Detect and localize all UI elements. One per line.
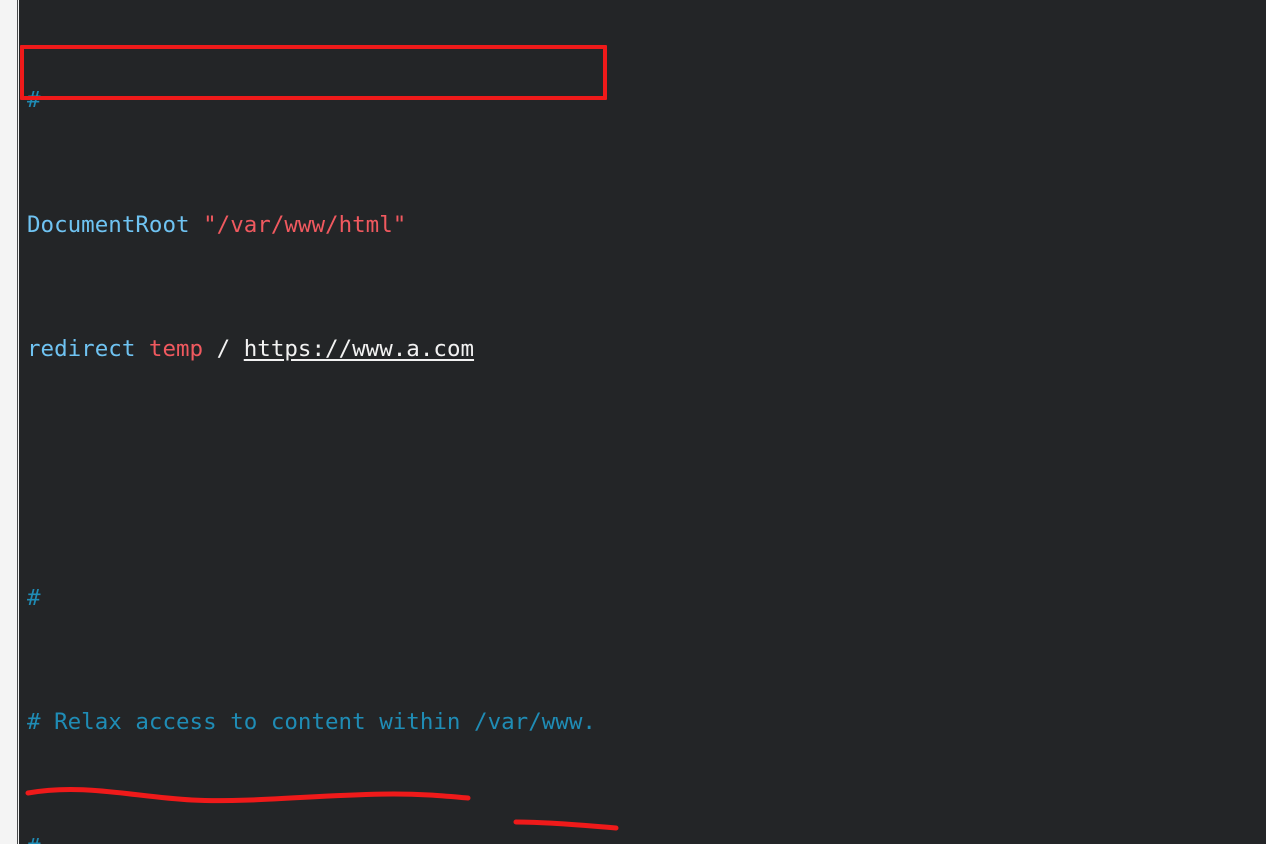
documentroot-directive: DocumentRoot: [27, 211, 190, 238]
terminal-text-area: # DocumentRoot "/var/www/html" redirect …: [19, 0, 1266, 844]
comment-hash: #: [27, 584, 41, 611]
comment-hash: #: [27, 87, 41, 114]
comment-relax-www: # Relax access to content within /var/ww…: [27, 709, 596, 736]
terminal-line: #: [19, 85, 1266, 116]
terminal-line-redirect: redirect temp / https://www.a.com: [19, 334, 1266, 365]
terminal-line: # Relax access to content within /var/ww…: [19, 707, 1266, 738]
terminal-line-documentroot: DocumentRoot "/var/www/html": [19, 210, 1266, 241]
terminal-screenshot: # DocumentRoot "/var/www/html" redirect …: [0, 0, 1266, 844]
redirect-type: temp: [148, 336, 204, 363]
redirect-target-url: https://www.a.com: [243, 336, 475, 363]
documentroot-value: "/var/www/html": [203, 211, 407, 238]
terminal-viewport[interactable]: # DocumentRoot "/var/www/html" redirect …: [19, 0, 1266, 844]
redirect-directive: redirect: [27, 336, 136, 363]
comment-hash: #: [27, 834, 41, 844]
terminal-line: #: [19, 583, 1266, 614]
redirect-source: /: [216, 336, 231, 363]
terminal-line: #: [19, 832, 1266, 844]
window-left-gutter: [0, 0, 18, 844]
